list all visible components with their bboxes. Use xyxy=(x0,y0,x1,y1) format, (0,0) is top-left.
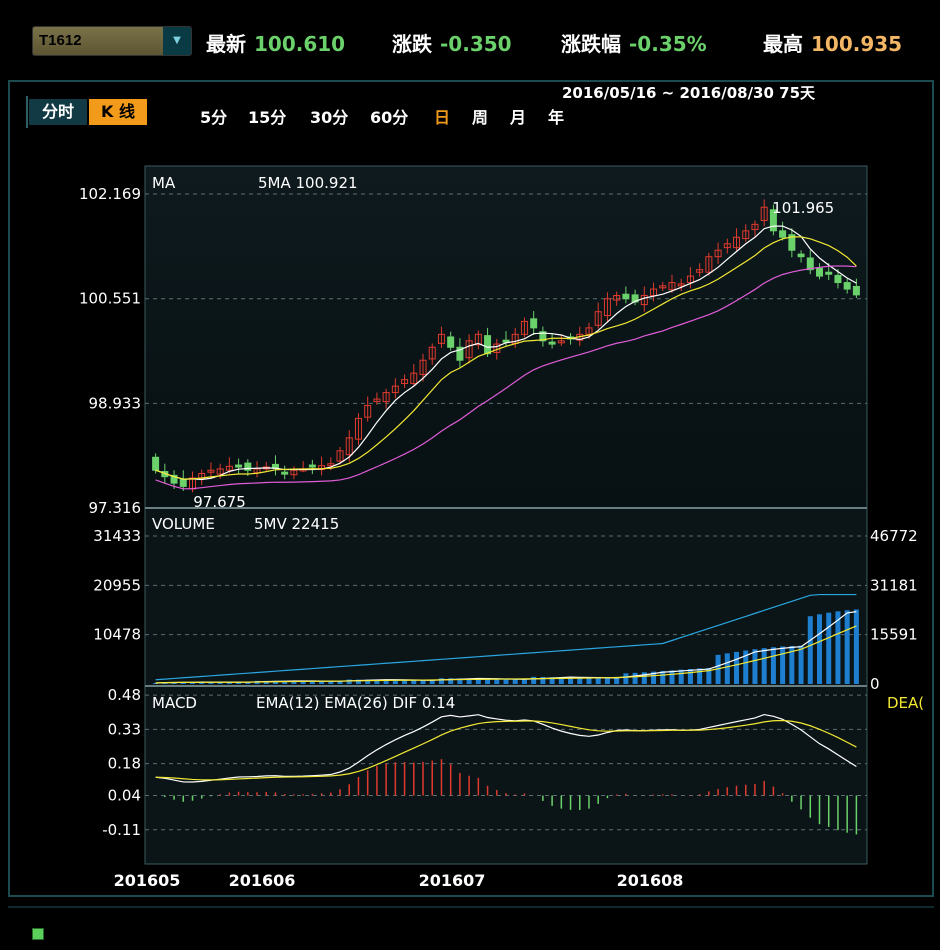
candle-body xyxy=(797,253,805,258)
volume-bar xyxy=(678,669,684,684)
volume-tick-label: 20955 xyxy=(93,576,141,594)
candle-body xyxy=(779,230,787,238)
volume-bar xyxy=(669,670,675,684)
macd-tick-label: -0.11 xyxy=(102,821,141,839)
volume-bar xyxy=(853,609,859,684)
price-tick-label: 102.169 xyxy=(79,185,141,203)
volume-bar xyxy=(770,647,776,684)
low-annotation: 97.675 xyxy=(193,493,246,511)
volume-bar xyxy=(429,680,435,684)
volume-right-tick-label: 15591 xyxy=(870,626,918,644)
volume-bar xyxy=(512,679,518,684)
candle-body xyxy=(447,336,455,348)
candle-body xyxy=(825,271,833,275)
volume-bar xyxy=(697,668,703,684)
volume-bar xyxy=(752,649,758,684)
volume-right-tick-label: 46772 xyxy=(870,527,918,545)
volume-bar xyxy=(687,668,693,684)
volume-bar xyxy=(761,648,767,684)
macd-panel-title: MACD xyxy=(152,694,197,712)
volume-bar xyxy=(411,680,417,684)
volume-bar xyxy=(817,614,823,684)
date-tick-label: 201608 xyxy=(617,871,684,890)
volume-bar xyxy=(586,677,592,684)
volume-bar xyxy=(614,678,620,684)
volume-bar xyxy=(835,611,841,684)
volume-bar xyxy=(632,672,638,684)
volume-tick-label: 31433 xyxy=(93,527,141,545)
candle-body xyxy=(235,464,243,468)
price-panel-title: MA xyxy=(152,174,176,192)
candle-body xyxy=(548,341,556,345)
candle-body xyxy=(852,285,860,296)
macd-tick-label: 0.18 xyxy=(108,755,141,773)
price-tick-label: 100.551 xyxy=(79,290,141,308)
candle-body xyxy=(484,335,492,355)
volume-bar xyxy=(604,678,610,684)
status-indicator xyxy=(32,928,44,940)
macd-tick-label: 0.04 xyxy=(108,787,141,805)
macd-tick-label: 0.33 xyxy=(108,720,141,738)
volume-bar xyxy=(503,679,509,684)
price-tick-label: 97.316 xyxy=(89,499,142,517)
volume-tick-label: 10478 xyxy=(93,626,141,644)
price-ma-label: 5MA 100.921 xyxy=(258,174,358,192)
volume-bar xyxy=(494,679,500,684)
volume-bar xyxy=(420,680,426,684)
volume-ma-label: 5MV 22415 xyxy=(254,515,339,533)
candle-body xyxy=(152,456,160,471)
candle-body xyxy=(179,478,187,487)
volume-bar xyxy=(780,646,786,684)
candle-body xyxy=(834,274,842,284)
macd-tick-label: 0.48 xyxy=(108,686,141,704)
volume-bar xyxy=(595,677,601,684)
high-annotation: 101.965 xyxy=(772,199,834,217)
volume-bar xyxy=(798,645,804,684)
volume-bar xyxy=(521,679,527,684)
status-bar xyxy=(8,906,934,950)
volume-bar xyxy=(623,673,629,684)
volume-bar xyxy=(844,610,850,684)
candle-body xyxy=(622,293,630,300)
date-tick-label: 201607 xyxy=(419,871,486,890)
candle-body xyxy=(530,318,538,329)
volume-bar xyxy=(438,678,444,684)
candle-body xyxy=(308,464,316,468)
date-tick-label: 201606 xyxy=(229,871,296,890)
price-tick-label: 98.933 xyxy=(89,394,142,412)
volume-bar xyxy=(346,679,352,684)
volume-right-tick-label: 0 xyxy=(870,675,880,693)
date-tick-label: 201605 xyxy=(114,871,181,890)
volume-bar xyxy=(641,672,647,684)
volume-bar xyxy=(826,612,832,684)
candle-body xyxy=(843,282,851,290)
volume-right-tick-label: 31181 xyxy=(870,576,918,594)
candle-body xyxy=(816,267,824,277)
volume-bar xyxy=(531,676,537,684)
volume-panel-title: VOLUME xyxy=(152,515,215,533)
macd-dea-label: DEA( xyxy=(887,694,924,712)
macd-ema-label: EMA(12) EMA(26) DIF 0.14 xyxy=(256,694,455,712)
volume-bar xyxy=(807,616,813,684)
volume-bar xyxy=(734,651,740,684)
volume-bar xyxy=(724,653,730,684)
kline-chart: 102.169 100.551 98.933 97.316 MA 5MA 100.921 1… xyxy=(79,165,924,890)
candle-body xyxy=(281,471,289,475)
